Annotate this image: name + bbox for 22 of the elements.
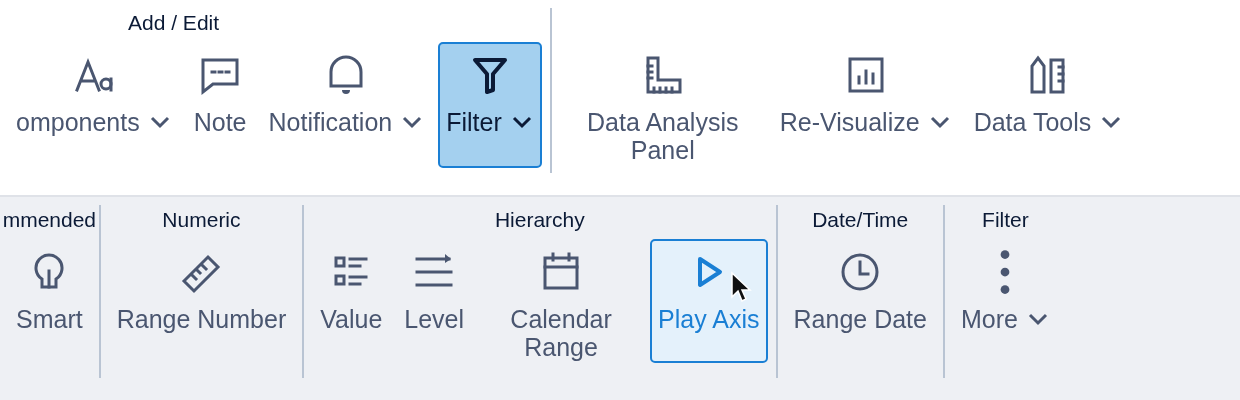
ribbon-button[interactable]: Value — [312, 239, 391, 363]
group-label: Hierarchy — [493, 207, 586, 233]
group-label: Numeric — [161, 207, 242, 233]
group-label: mmended — [1, 207, 98, 233]
ribbon-button[interactable]: Range Number — [108, 239, 295, 363]
ribbon-button[interactable]: Note — [185, 42, 255, 168]
ribbon-button[interactable]: More — [952, 239, 1058, 363]
ribbon-button[interactable]: omponents — [8, 42, 180, 168]
ribbon-button[interactable]: Data Tools — [965, 42, 1132, 168]
more-icon — [1000, 249, 1011, 295]
ribbon-button[interactable]: Filter — [438, 42, 542, 168]
ribbon-button[interactable]: Play Axis — [650, 239, 768, 363]
ribbon-button[interactable]: Range Date — [785, 239, 935, 363]
ribbon-button[interactable]: Notification — [260, 42, 433, 168]
group-label: Date/Time — [811, 207, 910, 233]
ribbon-button[interactable]: Level — [396, 239, 473, 363]
ribbon-button[interactable]: Re-Visualize — [771, 42, 960, 168]
ribbon-button[interactable]: Smart — [8, 239, 91, 363]
group-label: Filter — [981, 207, 1030, 233]
ribbon-button[interactable]: Calendar Range — [478, 239, 645, 363]
group-label: Add / Edit — [127, 10, 221, 36]
ribbon-button[interactable]: Data Analysis Panel — [559, 42, 766, 168]
